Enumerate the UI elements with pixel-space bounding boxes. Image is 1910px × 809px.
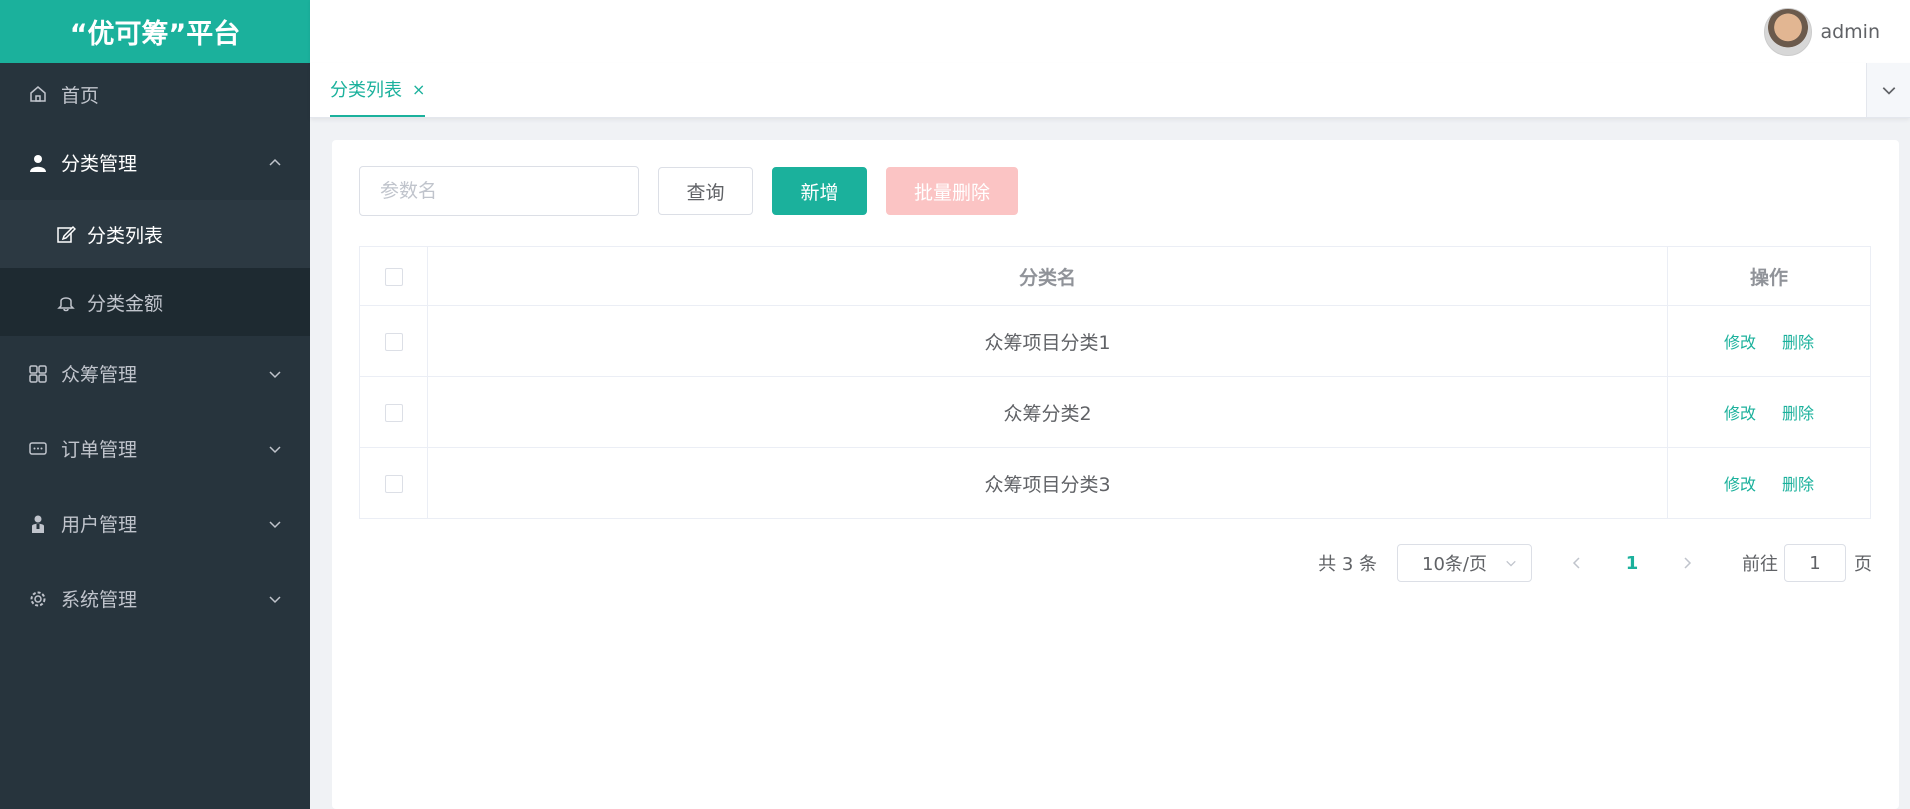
table-row: 众筹项目分类3 修改 删除: [359, 447, 1871, 519]
chevron-down-icon: [269, 445, 281, 453]
table-row: 众筹项目分类1 修改 删除: [359, 305, 1871, 377]
sidebar-item-home[interactable]: 首页: [0, 63, 310, 125]
actions-cell: 修改 删除: [1667, 447, 1871, 519]
row-select-cell: [359, 447, 428, 519]
bell-icon: [55, 291, 77, 313]
prev-page-button[interactable]: [1562, 551, 1592, 575]
search-input[interactable]: [359, 166, 639, 216]
username[interactable]: admin: [1820, 21, 1880, 43]
sidebar-item-category-amount[interactable]: 分类金额: [0, 268, 310, 336]
user-menu[interactable]: admin: [1764, 8, 1880, 56]
actions-cell: 修改 删除: [1667, 376, 1871, 448]
chevron-left-icon: [1572, 557, 1580, 569]
toolbar: 查询 新增 批量删除: [359, 166, 1018, 216]
tabs-dropdown-button[interactable]: [1866, 63, 1910, 117]
goto-suffix: 页: [1854, 554, 1872, 575]
delete-link[interactable]: 删除: [1782, 475, 1814, 494]
gear-icon: [27, 588, 49, 610]
table-row: 众筹分类2 修改 删除: [359, 376, 1871, 448]
chevron-down-icon: [269, 520, 281, 528]
tabs-bar: 分类列表 ×: [310, 63, 1910, 118]
sidebar-item-label: 众筹管理: [61, 364, 138, 386]
row-checkbox[interactable]: [384, 332, 403, 351]
pagination-total: 共 3 条: [1318, 554, 1377, 575]
batch-delete-button[interactable]: 批量删除: [886, 167, 1018, 215]
app-logo-title: “优可筹”平台: [0, 0, 310, 63]
column-header-actions: 操作: [1667, 246, 1871, 306]
sidebar-item-label: 用户管理: [61, 514, 138, 536]
category-name-cell: 众筹分类2: [427, 376, 1668, 448]
actions-cell: 修改 删除: [1667, 305, 1871, 377]
query-button[interactable]: 查询: [658, 167, 753, 215]
top-header: admin: [310, 0, 1910, 63]
edit-icon: [55, 223, 77, 245]
chevron-up-icon: [269, 158, 281, 166]
sidebar-item-label: 订单管理: [61, 439, 138, 461]
category-submenu: 分类列表 分类金额: [0, 200, 310, 336]
category-name-cell: 众筹项目分类1: [427, 305, 1668, 377]
category-table: 分类名 操作 众筹项目分类1 修改 删除 众筹分类2 修改 删除 众筹项目分类3…: [359, 246, 1871, 519]
sidebar-item-system-management[interactable]: 系统管理: [0, 561, 310, 636]
delete-link[interactable]: 删除: [1782, 404, 1814, 423]
goto-page-input[interactable]: [1784, 544, 1846, 582]
chevron-down-icon: [1506, 560, 1516, 567]
close-icon[interactable]: ×: [412, 80, 425, 99]
edit-link[interactable]: 修改: [1724, 404, 1756, 423]
row-checkbox[interactable]: [384, 403, 403, 422]
page-size-select[interactable]: 10条/页: [1397, 544, 1532, 582]
sidebar-item-order-management[interactable]: 订单管理: [0, 411, 310, 486]
sidebar-item-category-list[interactable]: 分类列表: [0, 200, 310, 268]
sidebar: “优可筹”平台 首页 分类管理 分类列表 分类金额 众筹管理 订单管理 用户管理…: [0, 0, 310, 809]
column-header-name: 分类名: [427, 246, 1668, 306]
tab-category-list[interactable]: 分类列表 ×: [330, 63, 426, 117]
chat-icon: [27, 438, 49, 460]
chevron-down-icon: [1882, 87, 1895, 95]
category-name-cell: 众筹项目分类3: [427, 447, 1668, 519]
chevron-down-icon: [269, 595, 281, 603]
chevron-down-icon: [269, 370, 281, 378]
page-size-value: 10条/页: [1422, 554, 1487, 575]
delete-link[interactable]: 删除: [1782, 333, 1814, 352]
goto-prefix: 前往: [1742, 554, 1778, 575]
sidebar-item-label: 分类金额: [87, 292, 164, 315]
sidebar-item-label: 首页: [61, 84, 100, 107]
tab-label: 分类列表: [330, 80, 402, 101]
main-content: 查询 新增 批量删除 分类名 操作 众筹项目分类1 修改 删除 众筹分类2 修改…: [332, 140, 1899, 809]
sidebar-item-user-management[interactable]: 用户管理: [0, 486, 310, 561]
pagination: 共 3 条 10条/页 1 前往 页: [1318, 544, 1872, 582]
table-header-row: 分类名 操作: [359, 246, 1871, 306]
user-icon: [27, 152, 49, 174]
sidebar-item-crowdfunding-management[interactable]: 众筹管理: [0, 336, 310, 411]
sidebar-item-category-management[interactable]: 分类管理: [0, 125, 310, 200]
goto-page: 前往 页: [1742, 544, 1872, 582]
sidebar-item-label: 分类管理: [61, 153, 138, 175]
select-all-checkbox[interactable]: [384, 267, 403, 286]
row-select-cell: [359, 376, 428, 448]
next-page-button[interactable]: [1672, 551, 1702, 575]
grid-icon: [27, 363, 49, 385]
sidebar-item-label: 分类列表: [87, 224, 164, 247]
person-icon: [27, 513, 49, 535]
sidebar-item-label: 系统管理: [61, 589, 138, 611]
edit-link[interactable]: 修改: [1724, 333, 1756, 352]
edit-link[interactable]: 修改: [1724, 475, 1756, 494]
page-number-current[interactable]: 1: [1612, 553, 1652, 574]
avatar[interactable]: [1764, 8, 1813, 56]
chevron-right-icon: [1684, 557, 1692, 569]
select-all-cell: [359, 246, 428, 306]
row-select-cell: [359, 305, 428, 377]
home-icon: [27, 83, 49, 105]
add-button[interactable]: 新增: [772, 167, 867, 215]
row-checkbox[interactable]: [384, 474, 403, 493]
